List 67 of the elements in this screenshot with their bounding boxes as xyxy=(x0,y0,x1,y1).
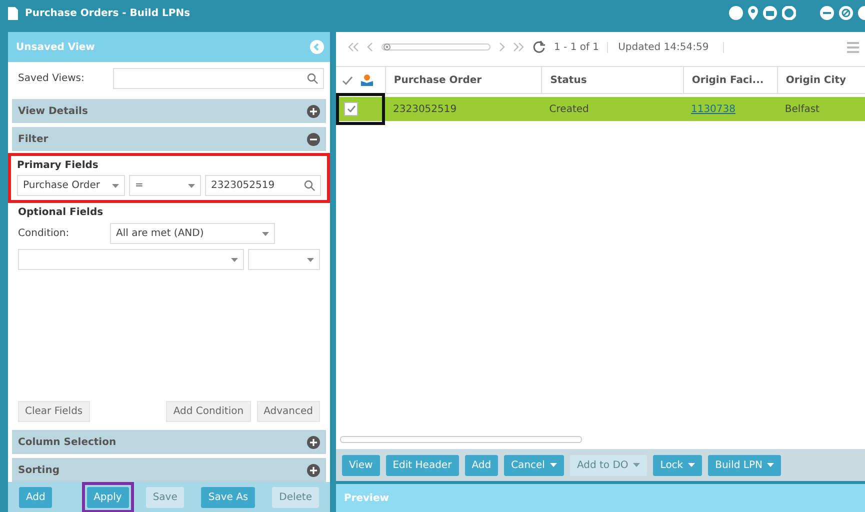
action-button[interactable]: View xyxy=(342,454,380,476)
caret-icon xyxy=(633,463,640,467)
caret-icon xyxy=(262,232,269,236)
operator-select[interactable]: = xyxy=(129,175,201,196)
caret-icon xyxy=(767,463,774,467)
previous-page-icon[interactable] xyxy=(367,42,373,52)
scroll-bar[interactable] xyxy=(340,436,582,443)
footer-button[interactable]: Save As xyxy=(201,486,256,508)
check-icon xyxy=(342,76,353,84)
next-page-icon[interactable] xyxy=(499,42,505,52)
record-count: 1 - 1 of 1 xyxy=(554,42,600,52)
panel-title: Unsaved View xyxy=(16,42,95,52)
filter-button[interactable]: Advanced xyxy=(256,401,320,422)
settings-icon[interactable] xyxy=(782,6,796,20)
action-button[interactable]: Add xyxy=(464,454,498,476)
window-title: Purchase Orders - Build LPNs xyxy=(25,8,190,18)
search-icon[interactable] xyxy=(304,180,315,191)
filter-button[interactable]: Clear Fields xyxy=(18,401,90,422)
person-icon xyxy=(361,74,373,86)
action-button[interactable]: Lock xyxy=(653,454,702,476)
section-label: Primary Fields xyxy=(17,160,100,171)
table-cell-text: 2323052519 xyxy=(392,102,458,116)
action-button[interactable]: Edit Header xyxy=(386,454,459,476)
refresh-icon[interactable] xyxy=(532,40,546,54)
column-header[interactable]: Purchase Order xyxy=(384,67,542,93)
search-icon[interactable] xyxy=(307,73,318,84)
saved-views-field[interactable] xyxy=(113,68,324,89)
table-cell-text: Belfast xyxy=(784,102,820,116)
caret-icon xyxy=(231,258,238,262)
block-icon[interactable] xyxy=(839,6,853,20)
caret-icon xyxy=(688,463,696,467)
action-button[interactable]: Build LPN xyxy=(708,454,782,476)
minimize-icon[interactable] xyxy=(820,6,834,20)
first-page-icon[interactable] xyxy=(348,42,359,52)
facility-link[interactable]: 1130738 xyxy=(682,97,777,121)
footer-button[interactable]: Add xyxy=(19,486,52,508)
section-header[interactable]: Sorting xyxy=(12,458,326,482)
section-label: Optional Fields xyxy=(18,207,104,218)
footer-button[interactable]: Apply xyxy=(86,486,129,508)
field-select[interactable]: Purchase Order xyxy=(17,175,125,196)
column-header[interactable]: Origin Faci... xyxy=(682,67,777,93)
column-header[interactable]: Status xyxy=(541,67,683,93)
row-checkbox[interactable] xyxy=(344,102,358,116)
field-select[interactable] xyxy=(18,249,244,270)
document-icon xyxy=(8,6,18,20)
field-label: Condition: xyxy=(18,228,70,239)
table-cell-text: Created xyxy=(548,102,590,116)
last-page-icon[interactable] xyxy=(513,42,524,52)
section-header[interactable]: View Details xyxy=(12,99,326,123)
page-slider[interactable] xyxy=(381,42,491,52)
check-icon xyxy=(346,105,356,113)
filter-button[interactable]: Add Condition xyxy=(166,401,251,422)
column-header[interactable]: Origin City xyxy=(776,67,865,93)
location-pin-icon[interactable] xyxy=(748,6,758,20)
menu-icon[interactable] xyxy=(847,42,859,52)
caret-icon xyxy=(307,258,314,262)
section-header[interactable]: Column Selection xyxy=(12,430,326,454)
section-header[interactable]: Filter xyxy=(12,127,326,151)
preview-title: Preview xyxy=(344,492,390,504)
action-button[interactable]: Cancel xyxy=(504,454,564,476)
caret-icon xyxy=(112,184,119,188)
updated-time: Updated 14:54:59 xyxy=(607,42,724,52)
condition-select[interactable]: All are met (AND) xyxy=(110,223,275,244)
value-field[interactable]: 2323052519 xyxy=(205,175,321,196)
field-label: Saved Views: xyxy=(18,73,86,84)
caret-icon xyxy=(188,184,195,188)
caret-icon xyxy=(550,463,557,467)
